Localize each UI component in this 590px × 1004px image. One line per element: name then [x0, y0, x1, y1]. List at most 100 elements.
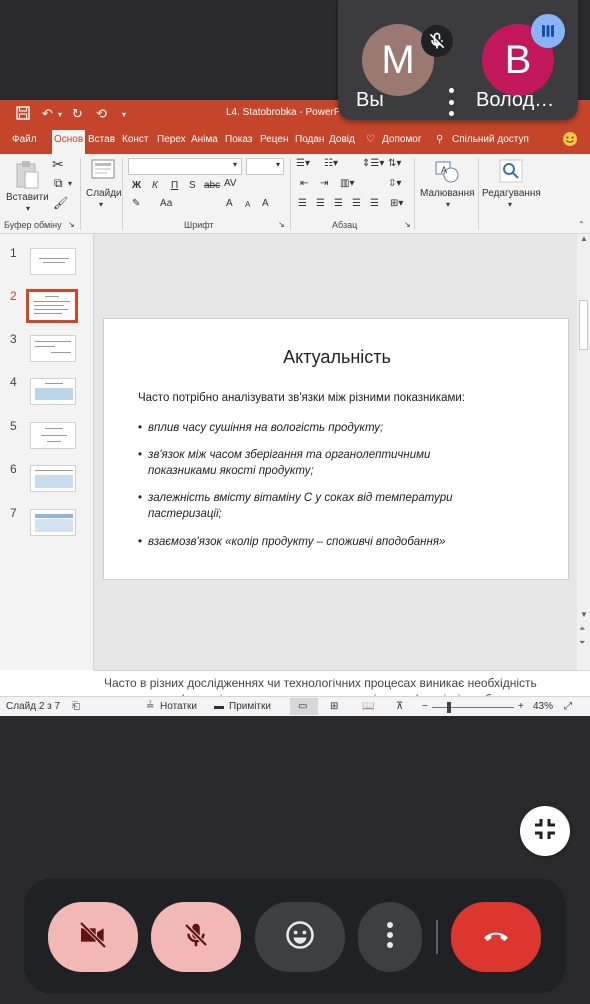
undo-icon[interactable]: ↶	[42, 106, 53, 122]
fit-to-window-icon[interactable]: ⤢	[564, 701, 572, 712]
slide-title[interactable]: Актуальність	[104, 347, 570, 368]
shrink-font-button[interactable]: A	[245, 200, 250, 209]
slides-label[interactable]: Слайди	[86, 188, 122, 199]
tab-design[interactable]: Конст	[122, 134, 149, 145]
speaker-notes-text[interactable]: Часто в різних дослідженнях чи технологі…	[104, 675, 574, 696]
smiley-feedback-icon[interactable]	[562, 131, 578, 150]
paragraph-launcher-icon[interactable]: ↘	[404, 220, 411, 229]
tab-tell-me[interactable]: Допомог	[382, 134, 422, 145]
collapse-ribbon-icon[interactable]: ⌃	[578, 220, 585, 229]
bullets-icon[interactable]: ☰▾	[296, 158, 310, 169]
slide-bullet-2[interactable]: • зв'язок між часом зберігання та органол…	[138, 447, 478, 479]
previous-slide-icon[interactable]: ⏶	[579, 624, 585, 634]
comments-icon[interactable]: ▬	[214, 701, 224, 712]
reading-view-icon[interactable]: 📖	[362, 701, 374, 712]
font-color-button[interactable]: A	[262, 198, 269, 209]
smartart-icon[interactable]: ⊞▾	[390, 198, 403, 209]
paste-icon[interactable]	[14, 160, 40, 195]
customize-toolbar-icon[interactable]: ▾	[122, 110, 126, 119]
font-size-dropdown-icon[interactable]: ▾	[276, 160, 280, 169]
exit-fullscreen-button[interactable]	[520, 806, 570, 856]
justify-icon[interactable]: ☰	[352, 198, 361, 209]
strikethrough-button[interactable]: abc	[204, 180, 220, 191]
next-slide-icon[interactable]: ⏷	[579, 638, 585, 648]
notes-button[interactable]: Нотатки	[160, 701, 197, 712]
line-spacing-icon[interactable]: ⇕☰▾	[362, 158, 384, 169]
slide-bullet-3[interactable]: • залежність вмісту вітаміну С у соках ві…	[138, 490, 488, 522]
slide-thumbnail-2[interactable]	[26, 289, 78, 323]
italic-button[interactable]: К	[152, 180, 158, 191]
columns-icon[interactable]: ▥▾	[340, 178, 354, 189]
tab-help-ref[interactable]: Довід	[329, 134, 355, 145]
slide-thumbnail-4[interactable]	[30, 378, 76, 405]
microphone-toggle-button[interactable]	[151, 902, 241, 972]
slide-thumbnail-1[interactable]	[30, 248, 76, 275]
editing-label[interactable]: Редагування	[482, 188, 541, 199]
drawing-dropdown-icon[interactable]: ▾	[446, 200, 450, 209]
clipboard-launcher-icon[interactable]: ↘	[68, 220, 75, 229]
align-left-icon[interactable]: ☰	[298, 198, 307, 209]
align-text-icon[interactable]: ⇳▾	[388, 178, 401, 189]
highlight-icon[interactable]: ✎	[132, 198, 140, 209]
drawing-icon[interactable]: A	[434, 158, 460, 189]
distribute-icon[interactable]: ☰	[370, 198, 379, 209]
tab-review[interactable]: Рецен	[260, 134, 289, 145]
change-case-button[interactable]: Аа	[160, 198, 172, 209]
zoom-level[interactable]: 43%	[533, 701, 553, 712]
bold-button[interactable]: Ж	[132, 180, 141, 191]
tab-slideshow[interactable]: Показ	[225, 134, 252, 145]
scroll-down-icon[interactable]: ▼	[580, 610, 588, 619]
slide-canvas[interactable]: Актуальність Часто потрібно аналізувати …	[103, 318, 569, 580]
copy-dropdown-icon[interactable]: ▾	[68, 179, 72, 188]
cut-icon[interactable]: ✂	[52, 156, 64, 173]
save-icon[interactable]	[16, 106, 30, 123]
slideshow-icon[interactable]: ⊼	[396, 701, 403, 712]
start-from-beginning-icon[interactable]: ⟲	[96, 106, 107, 122]
notes-icon[interactable]: ≟	[146, 701, 154, 712]
slides-dropdown-icon[interactable]: ▾	[99, 200, 103, 209]
participant-tile-self[interactable]: М Вы	[348, 10, 458, 116]
tab-insert[interactable]: Встав	[88, 134, 115, 145]
scroll-up-icon[interactable]: ▲	[580, 234, 588, 243]
decrease-indent-icon[interactable]: ⇤	[300, 178, 308, 189]
speaker-notes-pane[interactable]: Часто в різних дослідженнях чи технологі…	[94, 670, 590, 696]
slide-bullet-1[interactable]: • вплив часу сушіння на вологість продукт…	[138, 420, 538, 436]
tab-transitions[interactable]: Перех	[157, 134, 186, 145]
zoom-slider-thumb[interactable]	[447, 702, 451, 713]
comments-button[interactable]: Примітки	[229, 701, 271, 712]
undo-dropdown-icon[interactable]: ▾	[58, 110, 62, 119]
slide-thumbnail-6[interactable]	[30, 465, 76, 492]
font-name-combobox[interactable]	[128, 158, 242, 175]
more-options-button[interactable]	[358, 902, 422, 972]
editing-dropdown-icon[interactable]: ▾	[508, 200, 512, 209]
new-slide-icon[interactable]	[90, 158, 116, 187]
font-launcher-icon[interactable]: ↘	[278, 220, 285, 229]
tab-animations[interactable]: Аніма	[191, 134, 218, 145]
slide-bullet-4[interactable]: • взаємозв'язок «колір продукту – споживч…	[138, 534, 538, 550]
copy-icon[interactable]: ⧉	[54, 176, 63, 191]
zoom-out-button[interactable]: −	[422, 701, 428, 712]
underline-button[interactable]: П	[171, 180, 178, 191]
font-name-dropdown-icon[interactable]: ▾	[233, 160, 237, 169]
text-direction-icon[interactable]: ⇅▾	[388, 158, 401, 169]
end-call-button[interactable]	[451, 902, 541, 972]
numbering-icon[interactable]: ☷▾	[324, 158, 338, 169]
drawing-label[interactable]: Малювання	[420, 188, 475, 199]
char-spacing-button[interactable]: AV	[224, 178, 237, 189]
zoom-in-button[interactable]: +	[518, 701, 524, 712]
tab-home[interactable]: Основ	[52, 130, 86, 154]
shadow-button[interactable]: S	[189, 180, 196, 191]
slide-intro-text[interactable]: Часто потрібно аналізувати зв'язки між р…	[138, 392, 465, 404]
slide-thumbnail-5[interactable]	[30, 422, 76, 449]
slide-thumbnail-7[interactable]	[30, 509, 76, 536]
align-right-icon[interactable]: ☰	[334, 198, 343, 209]
camera-toggle-button[interactable]	[48, 902, 138, 972]
scrollbar-thumb[interactable]	[579, 300, 588, 350]
grow-font-button[interactable]: A	[226, 198, 233, 209]
spelling-icon[interactable]: ⎗	[72, 701, 80, 712]
format-painter-icon[interactable]: 🖌	[53, 196, 68, 210]
participant-options-icon[interactable]	[445, 88, 457, 116]
find-icon[interactable]	[498, 158, 524, 189]
slide-thumbnail-3[interactable]	[30, 335, 76, 362]
align-center-icon[interactable]: ☰	[316, 198, 325, 209]
